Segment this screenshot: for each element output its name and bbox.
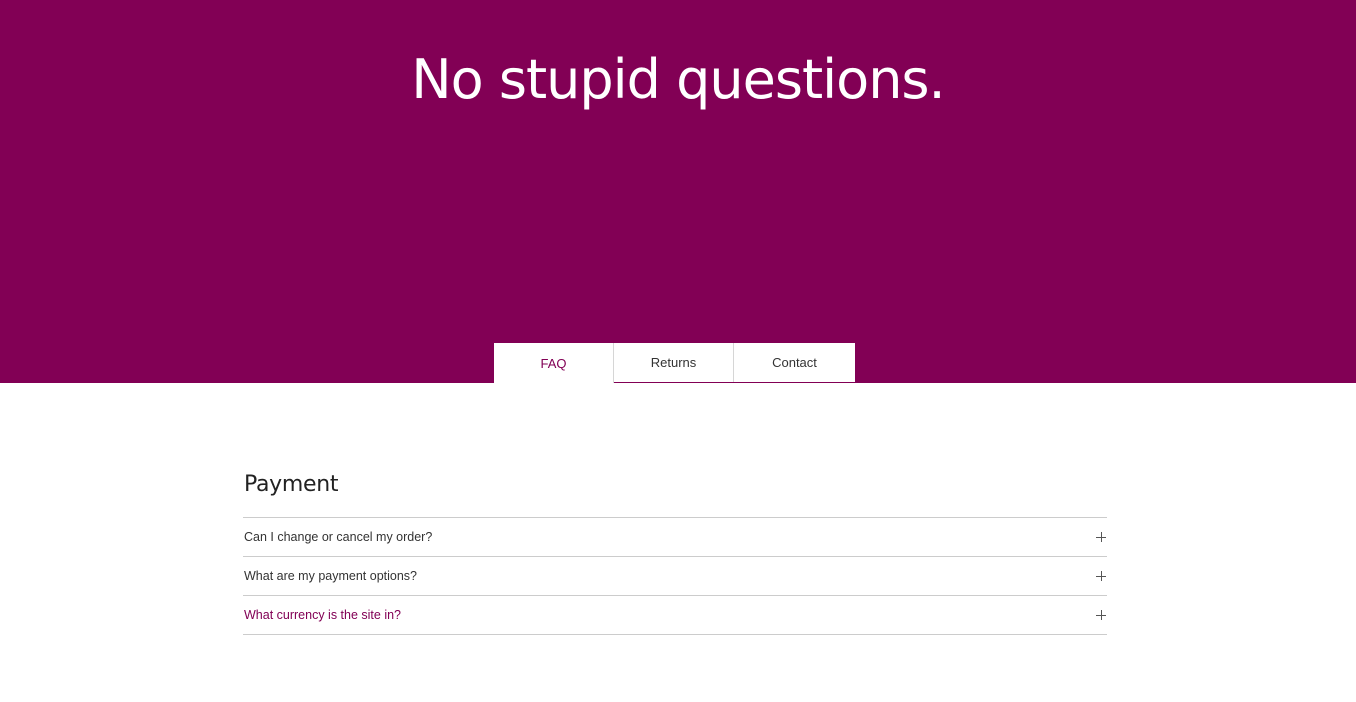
faq-list: Can I change or cancel my order? What ar… (243, 517, 1107, 635)
tab-contact[interactable]: Contact (734, 343, 855, 382)
plus-icon[interactable] (1096, 571, 1106, 581)
plus-icon[interactable] (1096, 610, 1106, 620)
section-title: Payment (244, 472, 339, 497)
hero-title: No stupid questions. (411, 48, 945, 111)
plus-icon[interactable] (1096, 532, 1106, 542)
faq-item-currency[interactable]: What currency is the site in? (243, 596, 1107, 635)
hero-banner: No stupid questions. FAQ Returns Contact (0, 0, 1356, 383)
faq-item-payment-options[interactable]: What are my payment options? (243, 557, 1107, 596)
faq-question: What currency is the site in? (244, 608, 402, 622)
faq-item-change-cancel-order[interactable]: Can I change or cancel my order? (243, 518, 1107, 557)
faq-section: Payment Can I change or cancel my order?… (243, 470, 1107, 635)
tab-bar: FAQ Returns Contact (494, 343, 855, 383)
faq-question: Can I change or cancel my order? (244, 530, 433, 544)
tab-faq[interactable]: FAQ (494, 343, 614, 383)
tab-returns[interactable]: Returns (614, 343, 734, 382)
faq-question: What are my payment options? (244, 569, 417, 583)
